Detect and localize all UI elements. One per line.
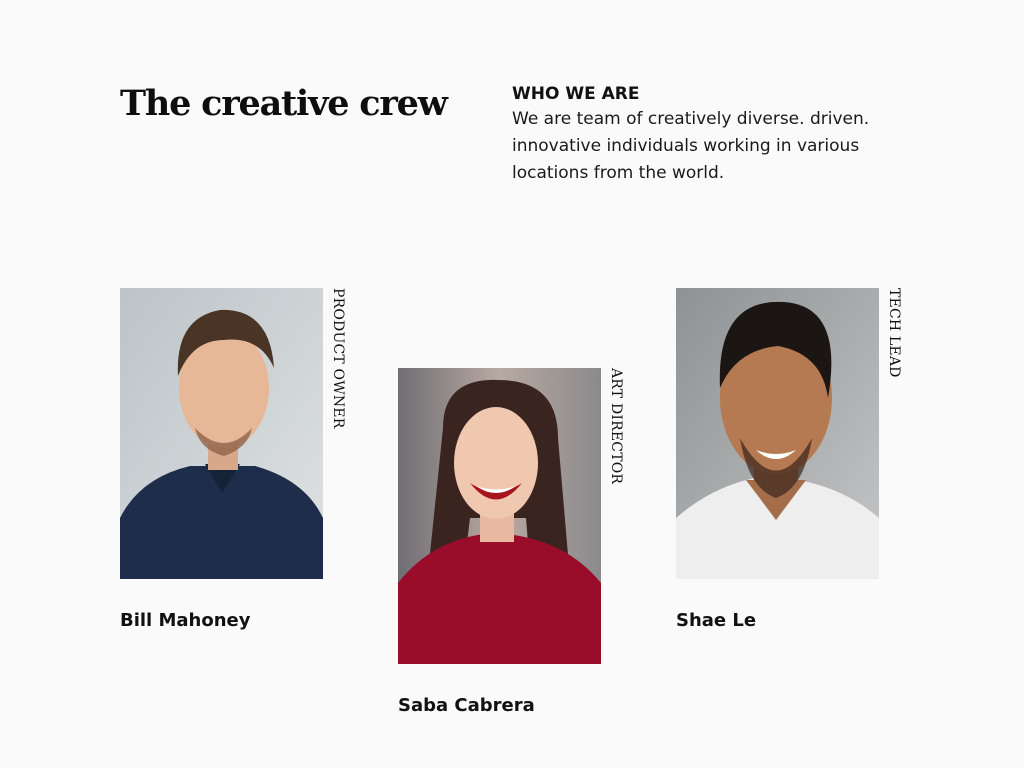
member-role: PRODUCT OWNER <box>330 288 346 429</box>
intro-line: locations from the world. <box>512 163 725 183</box>
member-photo <box>398 368 601 664</box>
member-role: TECH LEAD <box>886 288 902 378</box>
member-photo <box>676 288 879 579</box>
member-name: Bill Mahoney <box>120 610 251 631</box>
intro-text: We are team of creatively diverse. drive… <box>512 106 912 187</box>
page-title: The creative crew <box>120 83 448 124</box>
intro-label: WHO WE ARE <box>512 84 640 104</box>
team-member-card: TECH LEAD Shae Le <box>676 288 916 648</box>
member-name: Saba Cabrera <box>398 695 535 716</box>
member-role: ART DIRECTOR <box>608 368 624 485</box>
intro-section: WHO WE ARE We are team of creatively div… <box>512 82 912 187</box>
intro-line: innovative individuals working in variou… <box>512 136 860 156</box>
team-member-card: PRODUCT OWNER Bill Mahoney <box>120 288 360 648</box>
member-name: Shae Le <box>676 610 757 631</box>
team-member-card: ART DIRECTOR Saba Cabrera <box>398 368 638 728</box>
intro-line: We are team of creatively diverse. drive… <box>512 109 870 129</box>
member-photo <box>120 288 323 579</box>
